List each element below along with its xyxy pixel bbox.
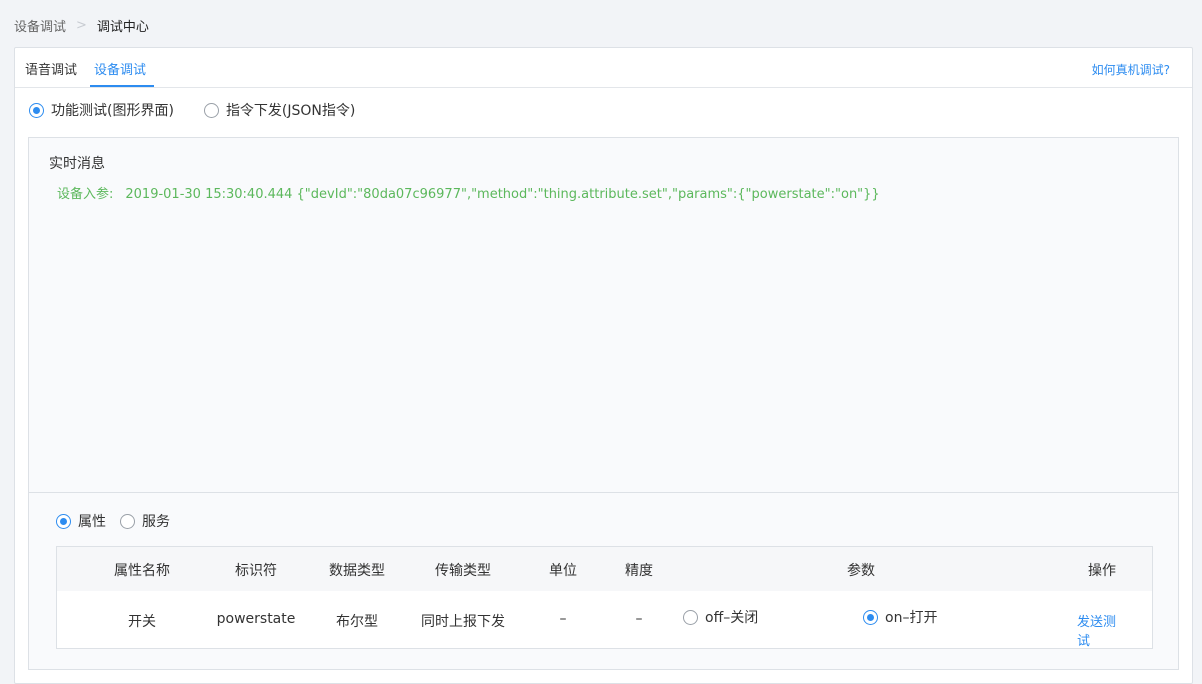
cell-identifier: powerstate (216, 611, 296, 627)
type-option-service[interactable]: 服务 (120, 511, 170, 531)
mode-option-label: 功能测试(图形界面) (51, 103, 174, 119)
tab-voice-debug[interactable]: 语音调试 (25, 59, 77, 78)
type-radio-group: 属性 服务 (56, 511, 184, 531)
tab-device-debug[interactable]: 设备调试 (94, 59, 146, 78)
param-option-on[interactable]: on–打开 (863, 607, 937, 627)
debug-card: 语音调试 设备调试 如何真机调试? 功能测试(图形界面) 指令下发(JSON指令… (14, 47, 1193, 684)
mode-option-function-test[interactable]: 功能测试(图形界面) (29, 100, 174, 120)
mode-option-label: 指令下发(JSON指令) (225, 103, 356, 119)
cell-unit: – (559, 611, 567, 627)
header-cell: 传输类型 (435, 563, 491, 579)
header-cell: 操作 (1088, 563, 1116, 579)
radio-checked-icon[interactable] (863, 609, 878, 625)
cell-precision: – (635, 611, 643, 627)
header-cell: 标识符 (235, 563, 277, 579)
radio-checked-icon[interactable] (56, 513, 71, 529)
param-option-label: on–打开 (885, 610, 938, 626)
param-option-off[interactable]: off–关闭 (683, 607, 758, 627)
type-option-attribute[interactable]: 属性 (56, 511, 106, 531)
message-text: 2019-01-30 15:30:40.444 {"devId":"80da07… (125, 187, 880, 202)
header-cell: 精度 (625, 563, 653, 579)
cell-data-type: 布尔型 (336, 614, 378, 630)
property-table: 属性名称 标识符 数据类型 传输类型 单位 精度 参数 操作 开关 powers… (56, 546, 1153, 649)
header-cell: 参数 (847, 563, 875, 579)
breadcrumb: 设备调试 > 调试中心 (14, 16, 149, 35)
radio-unchecked-icon[interactable] (683, 609, 698, 625)
tab-bar: 语音调试 设备调试 如何真机调试? (15, 48, 1192, 88)
help-link[interactable]: 如何真机调试? (1092, 61, 1170, 78)
header-cell: 数据类型 (329, 563, 385, 579)
type-option-label: 服务 (142, 514, 170, 530)
param-option-label: off–关闭 (705, 610, 759, 626)
message-label: 设备入参: (57, 187, 114, 202)
radio-checked-icon[interactable] (29, 102, 44, 118)
header-cell: 属性名称 (114, 563, 170, 579)
cell-name: 开关 (128, 614, 156, 630)
realtime-message-area: 实时消息 设备入参: 2019-01-30 15:30:40.444 {"devI… (29, 138, 1178, 493)
radio-unchecked-icon[interactable] (120, 513, 135, 529)
breadcrumb-parent[interactable]: 设备调试 (14, 16, 66, 35)
header-cell: 单位 (549, 563, 577, 579)
breadcrumb-current: 调试中心 (96, 19, 149, 35)
send-test-button[interactable]: 发送测试 (1077, 611, 1127, 649)
cell-transfer-type: 同时上报下发 (421, 614, 505, 630)
table-header: 属性名称 标识符 数据类型 传输类型 单位 精度 参数 操作 (57, 547, 1152, 591)
realtime-title: 实时消息 (49, 156, 105, 172)
message-line: 设备入参: 2019-01-30 15:30:40.444 {"devId":"8… (57, 183, 880, 202)
table-row: 开关 powerstate 布尔型 同时上报下发 – – off–关闭 on–打… (57, 591, 1152, 649)
type-option-label: 属性 (78, 514, 106, 530)
active-tab-indicator (90, 85, 154, 87)
radio-unchecked-icon[interactable] (203, 102, 219, 118)
mode-option-json-command[interactable]: 指令下发(JSON指令) (203, 100, 356, 120)
debug-panel: 实时消息 设备入参: 2019-01-30 15:30:40.444 {"devI… (28, 137, 1179, 670)
mode-radio-group: 功能测试(图形界面) 指令下发(JSON指令) (29, 100, 385, 120)
breadcrumb-separator-icon: > (76, 17, 87, 33)
